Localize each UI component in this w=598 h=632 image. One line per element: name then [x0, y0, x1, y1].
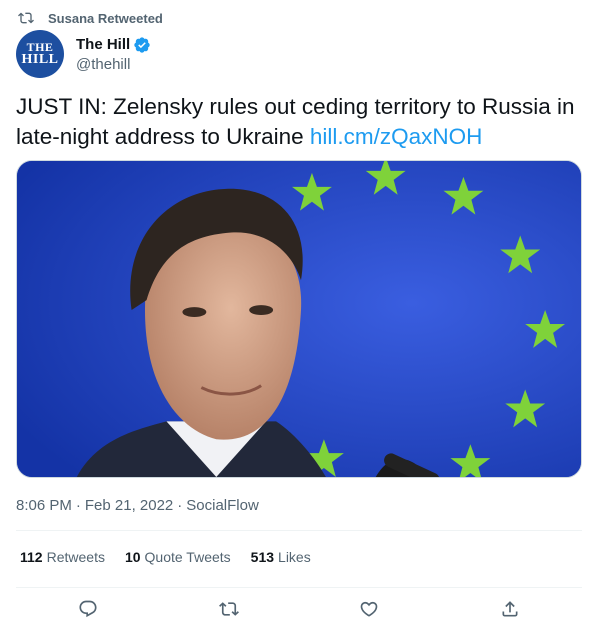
avatar[interactable]: THE HILL [16, 30, 64, 78]
quote-tweets-count: 10 [124, 549, 141, 565]
retweet-icon [18, 10, 34, 26]
tweet-link[interactable]: hill.cm/zQaxNOH [310, 124, 483, 149]
retweet-button[interactable] [218, 598, 240, 620]
verified-badge-icon [133, 36, 151, 54]
like-icon [360, 601, 378, 617]
likes-count: 513 [250, 549, 275, 565]
tweet-source[interactable]: SocialFlow [186, 497, 259, 514]
tweet-body: JUST IN: Zelensky rules out ceding terri… [16, 94, 575, 149]
tweet-author: THE HILL The Hill @thehill [16, 30, 151, 78]
reply-icon [79, 600, 97, 618]
share-button[interactable] [499, 598, 521, 620]
avatar-text-line2: HILL [21, 52, 59, 68]
retweets-label: Retweets [46, 549, 105, 565]
share-icon [502, 601, 518, 617]
quote-tweets-stat[interactable]: 10 Quote Tweets [125, 549, 231, 565]
retweets-stat[interactable]: 112 Retweets [20, 549, 105, 565]
tweet-stats: 112 Retweets 10 Quote Tweets 513 Likes [20, 549, 331, 565]
like-button[interactable] [358, 598, 380, 620]
meta-separator: · [75, 497, 81, 514]
retweets-count: 112 [20, 549, 43, 565]
meta-separator: · [177, 497, 183, 514]
retweet-icon [219, 602, 239, 616]
likes-label: Likes [278, 549, 311, 565]
reply-button[interactable] [77, 598, 99, 620]
display-name-row: The Hill [76, 36, 151, 54]
tweet-timestamp-row: 8:06 PM · Feb 21, 2022 · SocialFlow [16, 497, 259, 514]
likes-stat[interactable]: 513 Likes [251, 549, 311, 565]
tweet-actions [0, 598, 598, 620]
tweet-time[interactable]: 8:06 PM [16, 497, 72, 514]
display-name[interactable]: The Hill [76, 36, 130, 53]
divider [16, 587, 582, 588]
author-names: The Hill @thehill [76, 36, 151, 73]
divider [16, 530, 582, 531]
tweet-text: JUST IN: Zelensky rules out ceding terri… [16, 92, 586, 152]
tweet-date[interactable]: Feb 21, 2022 [85, 497, 173, 514]
retweet-context-label[interactable]: Susana Retweeted [48, 11, 163, 26]
quote-tweets-label: Quote Tweets [144, 549, 231, 565]
tweet-media-photo[interactable] [16, 160, 582, 478]
retweet-context: Susana Retweeted [16, 8, 163, 28]
photo-illustration [17, 161, 581, 477]
author-handle[interactable]: @thehill [76, 56, 151, 73]
